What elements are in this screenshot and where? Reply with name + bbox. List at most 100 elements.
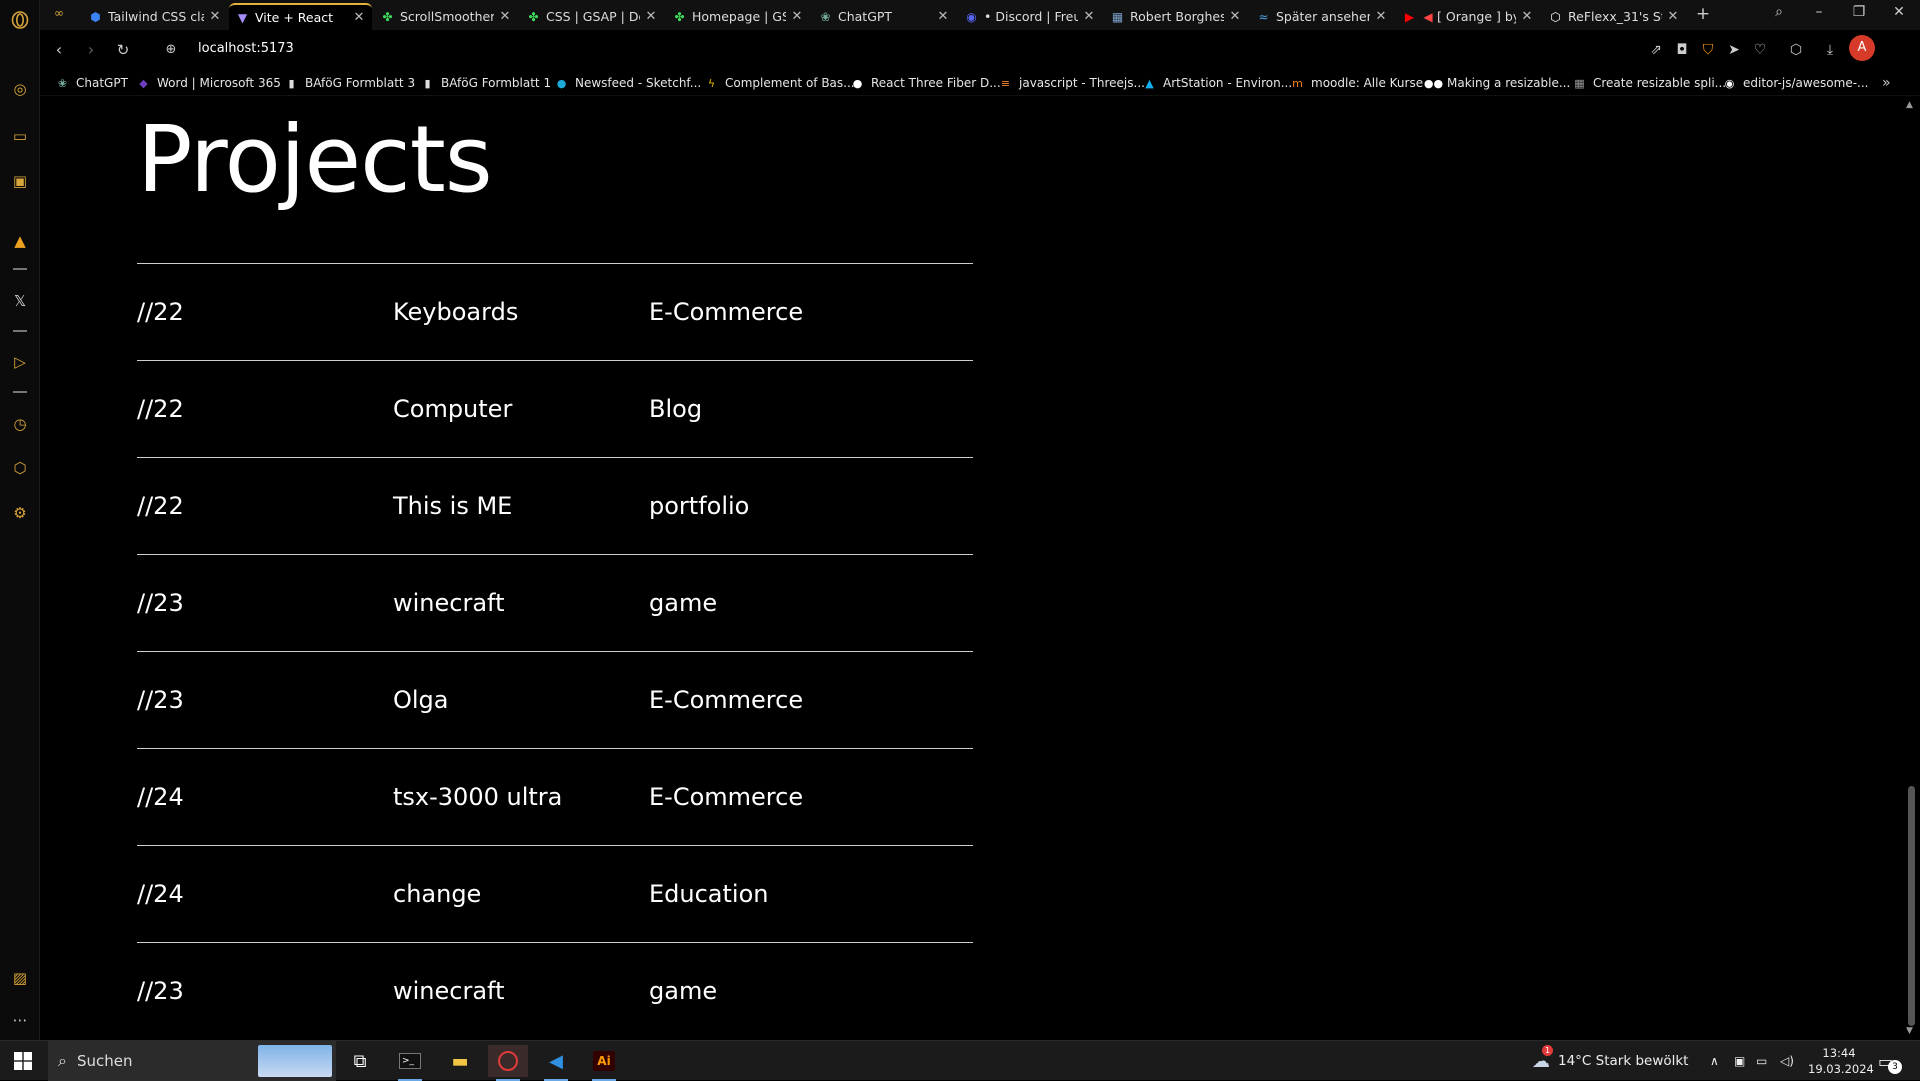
page-scrollbar[interactable]: ▲ ▼	[1903, 96, 1920, 1040]
opera-gx-icon[interactable]	[488, 1045, 528, 1081]
tab-spaeter-ansehen[interactable]: ≈ Später ansehen - ✕	[1250, 3, 1394, 30]
extensions-cube-icon[interactable]: ⬡	[10, 458, 30, 478]
table-row[interactable]: //22 Keyboards E-Commerce	[137, 263, 973, 360]
opera-logo-icon[interactable]	[10, 10, 30, 30]
reload-icon[interactable]: ↻	[112, 39, 134, 61]
close-icon[interactable]: ✕	[1374, 9, 1388, 24]
back-icon[interactable]: ‹	[48, 39, 70, 61]
briefcase-icon[interactable]: ▭	[10, 126, 30, 146]
tab-vite-react[interactable]: ▼ Vite + React ✕	[229, 3, 372, 30]
close-window-icon[interactable]: ✕	[1884, 4, 1914, 20]
bookmark-bafoeg-1[interactable]: ▮ BAföG Formblatt 1	[420, 74, 551, 92]
bookmark-medium[interactable]: ●● Making a resizable...	[1424, 74, 1570, 92]
workspaces-icon[interactable]: ∞	[44, 6, 74, 20]
system-clock[interactable]: 13:44 19.03.2024	[1808, 1045, 1874, 1077]
scroll-up-icon[interactable]: ▲	[1906, 100, 1913, 110]
vite-icon: ▼	[237, 10, 248, 25]
illustrator-icon[interactable]: Ai	[584, 1045, 624, 1081]
table-row[interactable]: //23 Olga E-Commerce	[137, 651, 973, 748]
tab-scrollsmoother[interactable]: ✤ ScrollSmoother | ✕	[374, 3, 518, 30]
close-icon[interactable]: ✕	[1666, 9, 1680, 24]
settings-gear-icon[interactable]: ⚙	[10, 503, 30, 523]
bookmark-bafoeg-3[interactable]: ▮ BAföG Formblatt 3	[284, 74, 415, 92]
terminal-icon[interactable]: >_	[390, 1045, 430, 1081]
table-row[interactable]: //23 winecraft game	[137, 554, 973, 651]
close-icon[interactable]: ✕	[936, 9, 950, 24]
close-icon[interactable]: ✕	[1520, 9, 1534, 24]
tab-tailwind[interactable]: ⬢ Tailwind CSS class ✕	[82, 3, 228, 30]
tab-robert-borghesi[interactable]: ▦ Robert Borghesi ✕	[1104, 3, 1248, 30]
tab-gsap-docs[interactable]: ✤ CSS | GSAP | Doc ✕	[520, 3, 664, 30]
new-tab-plus-icon[interactable]: +	[1688, 4, 1718, 24]
tab-discord[interactable]: ◉ • Discord | Freund ✕	[958, 3, 1102, 30]
bookmark-sketchfab[interactable]: ● Newsfeed - Sketchf...	[554, 74, 702, 92]
close-icon[interactable]: ✕	[352, 10, 366, 25]
table-row[interactable]: //22 This is ME portfolio	[137, 457, 973, 554]
tab-gsap-homepage[interactable]: ✤ Homepage | GSA ✕	[666, 3, 810, 30]
table-row[interactable]: //23 winecraft game	[137, 942, 973, 1039]
speaker-icon[interactable]: ◀	[1422, 9, 1434, 24]
flame-icon[interactable]: ▲	[10, 231, 30, 251]
close-icon[interactable]: ✕	[498, 9, 512, 24]
network-icon[interactable]: ▭	[1756, 1041, 1767, 1081]
extensions-icon[interactable]: ⬡	[1786, 40, 1806, 60]
table-row[interactable]: //24 tsx-3000 ultra E-Commerce	[137, 748, 973, 845]
table-row[interactable]: //24 change Education	[137, 845, 973, 942]
download-icon[interactable]: ⤓	[1820, 40, 1840, 60]
table-row[interactable]: //22 Computer Blog	[137, 360, 973, 457]
tab-reflexx-stats[interactable]: ⬡ ReFlexx_31's Stat ✕	[1542, 3, 1686, 30]
bookmark-github-editorjs[interactable]: ◉ editor-js/awesome-...	[1722, 74, 1869, 92]
send-icon[interactable]: ➤	[1724, 40, 1744, 60]
x-twitter-icon[interactable]: 𝕏	[10, 291, 30, 311]
heart-icon[interactable]: ♡	[1750, 40, 1770, 60]
volume-icon[interactable]: ◁)	[1780, 1041, 1794, 1081]
history-icon[interactable]: ◷	[10, 414, 30, 434]
more-dots-icon[interactable]: ⋯	[10, 1010, 30, 1030]
task-view-icon[interactable]: ⧉	[340, 1045, 380, 1077]
bookmark-resizable-split[interactable]: ▦ Create resizable spli...	[1572, 74, 1726, 92]
wallpaper-icon[interactable]: ▨	[10, 968, 30, 988]
close-icon[interactable]: ✕	[644, 9, 658, 24]
bookmark-artstation[interactable]: ▲ ArtStation - Environ...	[1142, 74, 1292, 92]
share-icon[interactable]: ⇗	[1646, 40, 1666, 60]
notification-center[interactable]: ▭ 3	[1878, 1041, 1902, 1081]
project-name: Computer	[393, 395, 513, 423]
minimize-icon[interactable]: –	[1804, 4, 1834, 20]
tab-label: Homepage | GSA	[692, 9, 786, 24]
close-icon[interactable]: ✕	[208, 9, 222, 24]
camera-icon[interactable]: ◘	[1672, 40, 1692, 60]
close-icon[interactable]: ✕	[790, 9, 804, 24]
project-name: winecraft	[393, 589, 505, 617]
start-button[interactable]	[0, 1041, 46, 1081]
tab-chatgpt[interactable]: ❀ ChatGPT ✕	[812, 3, 956, 30]
bookmark-complement[interactable]: ϟ Complement of Bas...	[704, 74, 855, 92]
sidebar-divider	[13, 391, 27, 393]
avatar[interactable]: A	[1849, 35, 1875, 61]
forward-icon[interactable]: ›	[80, 39, 102, 61]
vscode-icon[interactable]: ◀	[536, 1045, 576, 1081]
bookmark-r3f[interactable]: ● React Three Fiber D...	[850, 74, 1001, 92]
restore-icon[interactable]: ❐	[1844, 4, 1874, 20]
shield-icon[interactable]: ⛉	[1698, 40, 1718, 60]
url-field[interactable]: localhost:5173	[198, 41, 294, 56]
bookmark-stackoverflow[interactable]: ≡ javascript - Threejs...	[998, 74, 1145, 92]
player-icon[interactable]: ▷	[10, 352, 30, 372]
bookmark-chatgpt[interactable]: ❀ ChatGPT	[55, 74, 128, 92]
scrollbar-thumb[interactable]	[1908, 786, 1915, 1026]
meet-now-icon[interactable]: ▣	[1734, 1041, 1745, 1081]
bookmark-moodle[interactable]: m moodle: Alle Kurse	[1290, 74, 1423, 92]
close-icon[interactable]: ✕	[1082, 9, 1096, 24]
speed-dial-icon[interactable]: ◎	[10, 79, 30, 99]
weather-widget[interactable]: ☁ 1 14°C Stark bewölkt	[1532, 1041, 1688, 1081]
tab-search-icon[interactable]: ⌕	[1764, 4, 1794, 20]
bookmarks-overflow-chevron-icon[interactable]: »	[1882, 74, 1891, 92]
file-explorer-icon[interactable]: ▬	[440, 1045, 480, 1077]
aria-icon[interactable]: ▣	[10, 171, 30, 191]
taskbar-search[interactable]: ⌕ Suchen	[48, 1041, 336, 1081]
bookmark-word[interactable]: ◆ Word | Microsoft 365	[136, 74, 281, 92]
tab-orange-youtube[interactable]: ▶ ◀ [ Orange ] by ✕	[1396, 3, 1540, 30]
bookmark-label: Create resizable spli...	[1593, 76, 1727, 90]
scroll-down-icon[interactable]: ▼	[1906, 1026, 1913, 1036]
show-hidden-icons-chevron-icon[interactable]: ∧	[1710, 1041, 1719, 1081]
close-icon[interactable]: ✕	[1228, 9, 1242, 24]
